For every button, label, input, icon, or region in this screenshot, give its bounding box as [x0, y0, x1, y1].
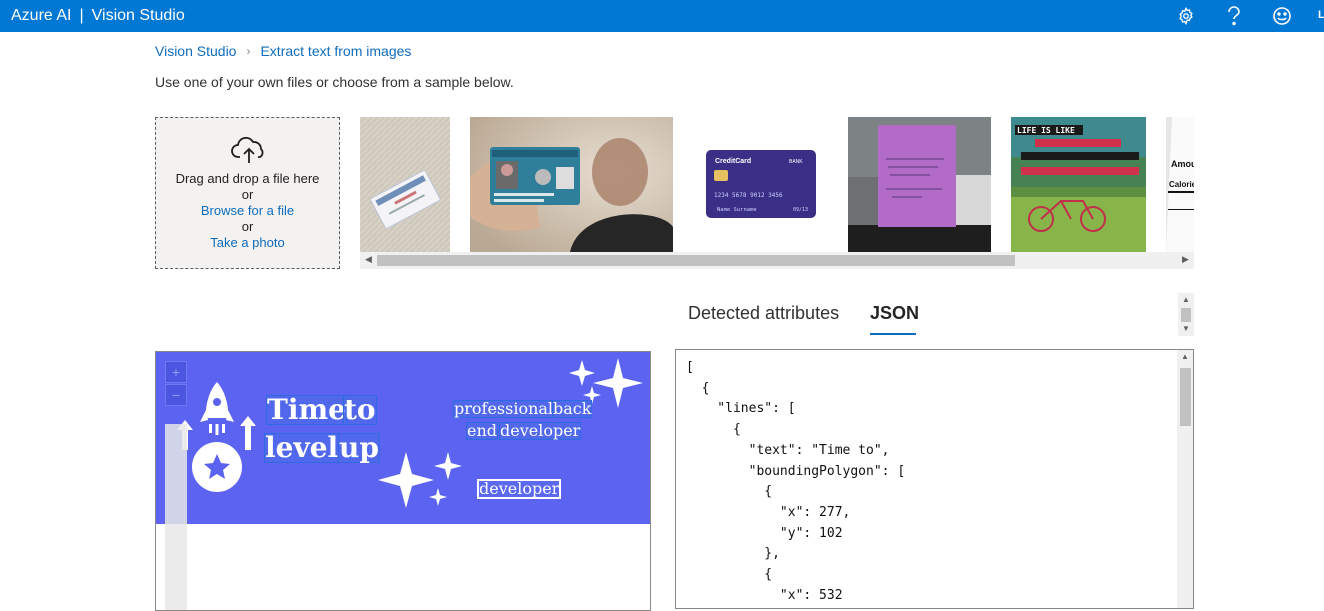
scroll-left-arrow-icon[interactable]: ◀: [365, 254, 372, 265]
preview-scrollbar[interactable]: [165, 424, 187, 610]
tabs-scrollbar[interactable]: ▲ ▼: [1178, 293, 1194, 336]
image-preview: Time to level up professional back end d…: [155, 351, 651, 611]
sample-purple-sticky-note[interactable]: [848, 117, 991, 252]
scrollbar-thumb[interactable]: [1181, 308, 1191, 322]
take-photo-link[interactable]: Take a photo: [210, 235, 284, 250]
sample-strip-scrollbar[interactable]: ◀ ▶: [360, 252, 1194, 269]
breadcrumb: Vision Studio › Extract text from images: [155, 43, 411, 59]
sample-credit-card[interactable]: CreditCard BANK 1234 5678 9012 3456 Name…: [673, 117, 848, 252]
product-name: Vision Studio: [91, 7, 185, 24]
sample-life-is-like-poster[interactable]: LIFE IS LIKE: [1011, 117, 1146, 252]
detected-word: Time: [266, 393, 347, 426]
brand-name: Azure AI: [11, 7, 72, 24]
feedback-smiley-icon[interactable]: [1268, 2, 1296, 30]
detected-word: end: [466, 421, 499, 440]
svg-text:Amou: Amou: [1171, 159, 1194, 169]
json-output-text: [ { "lines": [ { "text": "Time to", "bou…: [686, 360, 906, 603]
scroll-right-arrow-icon[interactable]: ▶: [1182, 254, 1189, 265]
tab-detected-attributes[interactable]: Detected attributes: [688, 303, 839, 324]
svg-text:LIFE IS LIKE: LIFE IS LIKE: [1017, 126, 1075, 135]
svg-text:CreditCard: CreditCard: [715, 158, 751, 165]
or-text: or: [241, 187, 254, 202]
breadcrumb-current-link[interactable]: Extract text from images: [260, 43, 411, 59]
scroll-up-arrow-icon[interactable]: ▲: [1182, 295, 1190, 304]
detected-word: back: [552, 399, 593, 418]
instruction-text: Use one of your own files or choose from…: [155, 74, 514, 90]
brand[interactable]: Azure AI | Vision Studio: [11, 0, 185, 32]
gear-icon[interactable]: [1172, 2, 1200, 30]
breadcrumb-root-link[interactable]: Vision Studio: [155, 43, 236, 59]
cloud-upload-icon: [231, 136, 264, 163]
drag-drop-text: Drag and drop a file here: [175, 171, 320, 186]
json-scrollbar[interactable]: ▲: [1177, 350, 1193, 608]
browse-file-link[interactable]: Browse for a file: [201, 203, 294, 218]
json-output-panel[interactable]: [ { "lines": [ { "text": "Time to", "bou…: [675, 349, 1194, 609]
scroll-down-arrow-icon[interactable]: ▼: [1182, 324, 1190, 333]
detected-word: to: [343, 393, 377, 426]
brand-separator: |: [79, 7, 84, 24]
detected-word: professional: [453, 399, 555, 418]
detected-word: level: [264, 431, 340, 464]
scroll-up-arrow-icon[interactable]: ▲: [1181, 352, 1189, 361]
scrollbar-thumb[interactable]: [1180, 368, 1191, 426]
svg-text:1234 5678 9012 3456: 1234 5678 9012 3456: [714, 192, 783, 199]
svg-text:09/13: 09/13: [793, 207, 808, 213]
file-drop-zone[interactable]: Drag and drop a file here or Browse for …: [155, 117, 340, 269]
zoom-in-button[interactable]: +: [165, 361, 187, 383]
result-tabs: Detected attributes JSON: [688, 303, 919, 324]
user-avatar-initial[interactable]: L: [1318, 9, 1324, 21]
detected-word: developer: [499, 421, 582, 440]
svg-text:Calorie: Calorie: [1169, 180, 1194, 189]
detected-word: up: [338, 431, 380, 464]
sample-national-security-card[interactable]: [470, 117, 673, 252]
chevron-right-icon: ›: [246, 44, 251, 58]
sample-social-security-card[interactable]: [360, 117, 450, 252]
help-icon[interactable]: [1220, 2, 1248, 30]
sample-image-strip: CreditCard BANK 1234 5678 9012 3456 Name…: [360, 117, 1194, 252]
active-tab-indicator: [870, 333, 916, 335]
zoom-out-button[interactable]: −: [165, 384, 187, 406]
svg-text:BANK: BANK: [789, 159, 803, 165]
analyzed-image-banner: Time to level up professional back end d…: [156, 352, 650, 524]
tab-json[interactable]: JSON: [870, 303, 919, 324]
detected-word-selected: developer: [477, 479, 562, 499]
sample-nutrition-label[interactable]: Amou Calorie: [1166, 117, 1194, 252]
svg-text:Name Surname: Name Surname: [717, 207, 757, 213]
or-text: or: [241, 219, 254, 234]
top-bar: Azure AI | Vision Studio L: [0, 0, 1324, 32]
scrollbar-thumb[interactable]: [377, 255, 1015, 266]
